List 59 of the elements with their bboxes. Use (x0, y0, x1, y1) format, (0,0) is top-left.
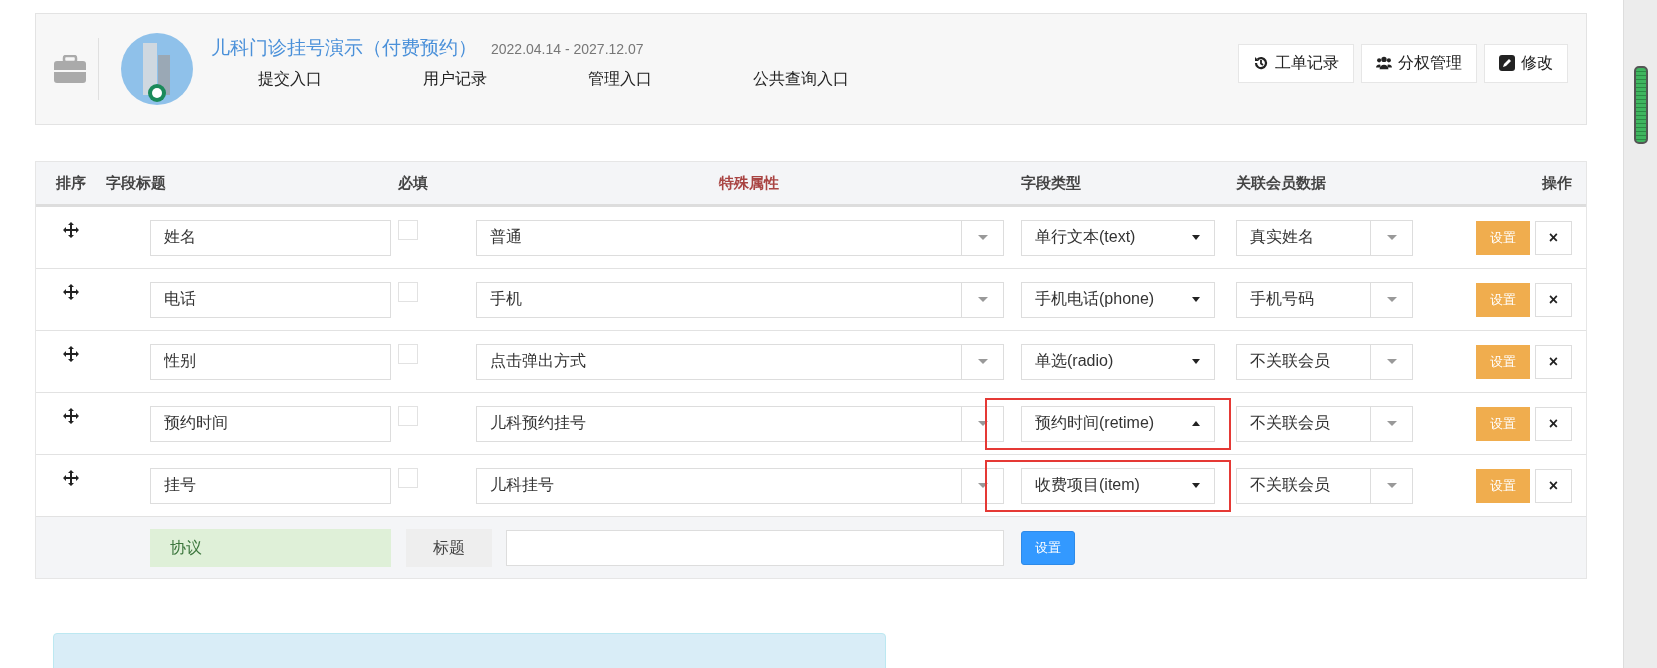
text-input[interactable] (506, 529, 1004, 566)
move-icon[interactable] (63, 221, 79, 238)
required-checkbox[interactable] (398, 281, 418, 302)
move-icon[interactable] (63, 407, 79, 424)
column-header: 特殊属性 (717, 173, 780, 193)
type-select[interactable]: 单选(radio) (1021, 343, 1215, 380)
briefcase-icon (54, 55, 86, 83)
member-select[interactable]: 不关联会员 (1236, 467, 1413, 504)
column-header: 字段标题 (106, 173, 167, 193)
agreement-label: 协议 (150, 528, 391, 567)
history-icon (1253, 55, 1269, 71)
member-select[interactable]: 不关联会员 (1236, 343, 1413, 380)
title-label: 标题 (406, 528, 492, 567)
nav-link[interactable]: 用户记录 (423, 68, 588, 90)
type-select[interactable]: 预约时间(retime) (1021, 405, 1215, 442)
column-header: 操作 (1541, 173, 1573, 193)
move-icon[interactable] (63, 345, 79, 362)
required-checkbox[interactable] (398, 467, 418, 488)
required-checkbox[interactable] (398, 343, 418, 364)
attribute-select[interactable]: 普通 (476, 219, 1004, 256)
title-input[interactable]: 姓名 (150, 219, 391, 256)
attribute-select[interactable]: 点击弹出方式 (476, 343, 1004, 380)
type-select[interactable]: 收费项目(item) (1021, 467, 1215, 504)
type-select[interactable]: 单行文本(text) (1021, 219, 1215, 256)
delete-button[interactable]: × (1535, 468, 1572, 503)
delete-button[interactable]: × (1535, 220, 1572, 255)
title-input[interactable]: 预约时间 (150, 405, 391, 442)
type-select[interactable]: 手机电话(phone) (1021, 281, 1215, 318)
toolbar-button[interactable]: 分权管理 (1361, 43, 1477, 83)
date-range: 2022.04.14 - 2027.12.07 (491, 40, 644, 57)
move-icon[interactable] (63, 469, 79, 486)
title-input[interactable]: 电话 (150, 281, 391, 318)
nav-link[interactable]: 提交入口 (258, 68, 423, 90)
required-checkbox[interactable] (398, 219, 418, 240)
toolbar-button[interactable]: 修改 (1484, 43, 1568, 83)
scrollbar-drawing[interactable] (1623, 0, 1657, 668)
delete-button[interactable]: × (1535, 406, 1572, 441)
member-select[interactable]: 手机号码 (1236, 281, 1413, 318)
title-input[interactable]: 性别 (150, 343, 391, 380)
nav-link[interactable]: 公共查询入口 (753, 68, 918, 90)
member-select[interactable]: 不关联会员 (1236, 405, 1413, 442)
attribute-select[interactable]: 手机 (476, 281, 1004, 318)
delete-button[interactable]: × (1535, 344, 1572, 379)
edit-icon (1499, 55, 1515, 71)
required-checkbox[interactable] (398, 405, 418, 426)
toolbar-button[interactable]: 工单记录 (1238, 43, 1354, 83)
title-input[interactable]: 挂号 (150, 467, 391, 504)
move-icon[interactable] (63, 283, 79, 300)
delete-button[interactable]: × (1535, 282, 1572, 317)
column-header: 必填 (397, 173, 429, 193)
column-header: 关联会员数据 (1236, 173, 1327, 193)
attribute-select[interactable]: 儿科预约挂号 (476, 405, 1004, 442)
column-header: 排序 (55, 173, 87, 193)
users-icon (1376, 55, 1392, 71)
attribute-select[interactable]: 儿科挂号 (476, 467, 1004, 504)
nav-link[interactable]: 管理入口 (588, 68, 753, 90)
member-select[interactable]: 真实姓名 (1236, 219, 1413, 256)
column-header: 字段类型 (1021, 173, 1082, 193)
building-photo-icon (121, 33, 193, 105)
